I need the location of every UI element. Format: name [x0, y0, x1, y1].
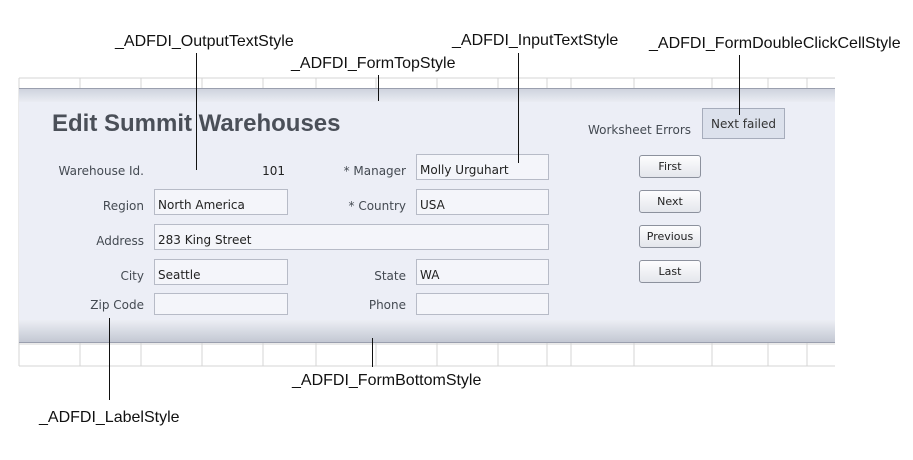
warehouse-id-value: 101: [262, 164, 285, 178]
callout-form-top-style: _ADFDI_FormTopStyle: [291, 55, 456, 72]
previous-button[interactable]: Previous: [639, 225, 701, 248]
worksheet-errors-label: Worksheet Errors: [587, 123, 691, 137]
leader-line-form-bottom-style: [372, 338, 373, 367]
callout-label-style: _ADFDI_LabelStyle: [39, 409, 180, 426]
form-top-band: [19, 88, 835, 103]
leader-line-label-style: [109, 318, 110, 400]
state-label: State: [374, 269, 406, 283]
region-label: Region: [102, 199, 144, 213]
phone-input[interactable]: [416, 293, 549, 315]
state-input[interactable]: [416, 259, 549, 285]
manager-input[interactable]: [416, 154, 549, 180]
zip-code-input[interactable]: [154, 293, 288, 315]
callout-input-text-style: _ADFDI_InputTextStyle: [452, 32, 619, 49]
callout-form-double-click-cell-style: _ADFDI_FormDoubleClickCellStyle: [649, 35, 901, 52]
country-input[interactable]: [416, 189, 549, 215]
last-button[interactable]: Last: [639, 260, 701, 283]
next-failed-button[interactable]: Next failed: [702, 108, 785, 139]
next-button[interactable]: Next: [639, 190, 701, 213]
city-label: City: [120, 269, 144, 283]
form-bottom-band: [19, 320, 835, 343]
zip-code-label: Zip Code: [90, 298, 144, 312]
first-button[interactable]: First: [639, 155, 701, 178]
warehouse-id-label: Warehouse Id.: [58, 164, 144, 178]
manager-label: * Manager: [343, 164, 406, 178]
leader-line-form-top-style: [378, 75, 379, 101]
callout-form-bottom-style: _ADFDI_FormBottomStyle: [292, 372, 482, 389]
city-input[interactable]: [154, 259, 288, 285]
leader-line-form-double-click-cell-style: [739, 55, 740, 115]
address-input[interactable]: [154, 224, 549, 250]
address-label: Address: [96, 234, 144, 248]
leader-line-input-text-style: [518, 53, 519, 163]
country-label: * Country: [348, 199, 407, 213]
region-input[interactable]: [154, 189, 288, 215]
leader-line-output-text-style: [196, 53, 197, 170]
phone-label: Phone: [368, 298, 406, 312]
callout-output-text-style: _ADFDI_OutputTextStyle: [115, 33, 294, 50]
